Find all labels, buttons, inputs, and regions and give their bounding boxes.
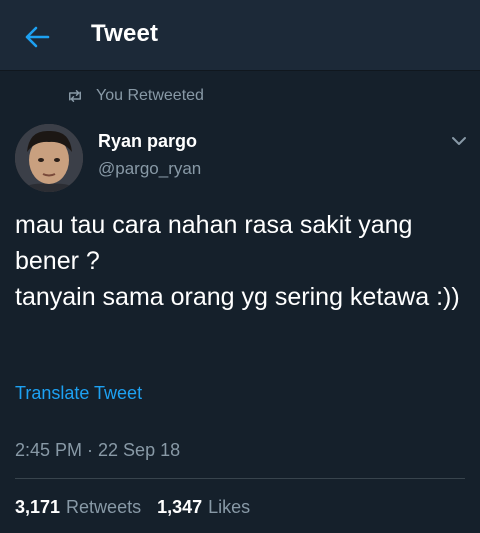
divider (15, 478, 465, 479)
author-handle[interactable]: @pargo_ryan (98, 159, 201, 179)
retweets-label: Retweets (66, 497, 142, 517)
avatar[interactable] (15, 124, 83, 192)
author-name[interactable]: Ryan pargo (98, 131, 201, 152)
retweet-context-label: You Retweeted (96, 87, 204, 104)
translate-tweet-link[interactable]: Translate Tweet (15, 383, 142, 404)
chevron-down-icon (452, 137, 466, 145)
retweet-icon (69, 90, 81, 102)
back-arrow-icon (25, 26, 50, 48)
retweets-stat[interactable]: 3,171 Retweets (15, 497, 141, 518)
likes-stat[interactable]: 1,347 Likes (157, 497, 250, 518)
likes-count: 1,347 (157, 497, 203, 517)
tweet-text: mau tau cara nahan rasa sakit yang bener… (15, 211, 460, 311)
retweets-count: 3,171 (15, 497, 61, 517)
back-button[interactable] (22, 22, 52, 52)
author-info: Ryan pargo @pargo_ryan (98, 131, 201, 179)
page-title: Tweet (91, 20, 159, 47)
tweet-menu-button[interactable] (448, 130, 470, 152)
avatar-photo (15, 124, 83, 192)
top-app-bar: Tweet (0, 0, 480, 71)
likes-label: Likes (208, 497, 251, 517)
tweet-timestamp: 2:45 PM · 22 Sep 18 (15, 440, 181, 460)
tweet-stats: 3,171 Retweets 1,347 Likes (15, 497, 250, 518)
retweet-context: You Retweeted (66, 85, 204, 107)
